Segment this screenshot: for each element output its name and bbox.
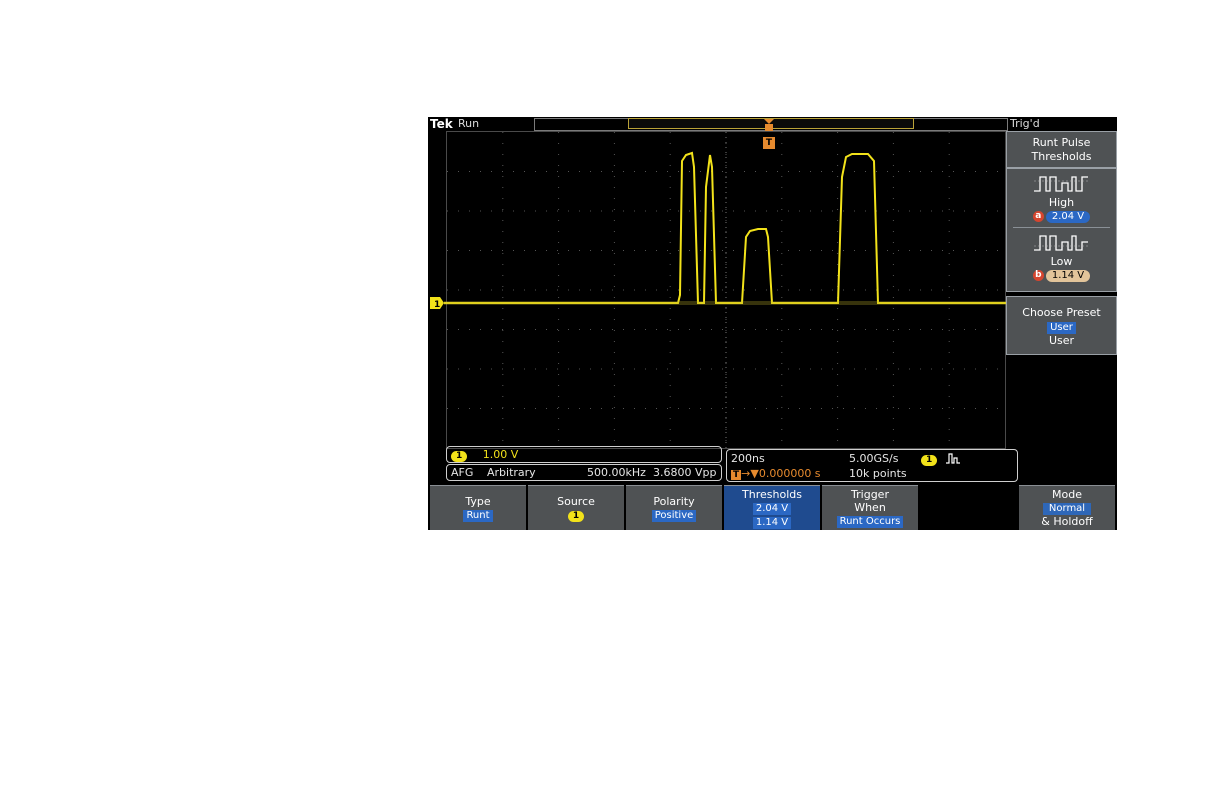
source-button[interactable]: Source 1 xyxy=(528,485,624,530)
mode-value: Normal xyxy=(1042,503,1092,515)
side-menu-title-line1: Runt Pulse xyxy=(1032,136,1091,149)
side-menu: Runt Pulse Thresholds High a 2.04 V Low b… xyxy=(1006,131,1117,355)
high-label: High xyxy=(1048,196,1075,209)
threshold-high-value: 2.04 V xyxy=(752,503,792,515)
low-threshold-value[interactable]: 1.14 V xyxy=(1045,270,1091,282)
runt-positive-high-icon xyxy=(1033,176,1090,192)
runt-positive-low-icon xyxy=(1033,235,1090,251)
low-label: Low xyxy=(1050,255,1073,268)
afg-frequency: 500.00kHz xyxy=(587,466,646,479)
thresholds-button[interactable]: High a 2.04 V Low b 1.14 V xyxy=(1006,168,1117,292)
type-label: Type xyxy=(465,495,491,508)
trigger-source-badge: 1 xyxy=(921,452,938,466)
afg-label: AFG xyxy=(451,466,474,479)
oscilloscope-screen: Tek Run Trig'd T 1 Runt Pulse Thresholds… xyxy=(428,117,1117,530)
cursor-b-icon: b xyxy=(1032,269,1044,281)
time-per-div: 200ns xyxy=(731,452,765,465)
trigger-when-button[interactable]: Trigger When Runt Occurs xyxy=(822,485,918,530)
thresholds-bottom-button[interactable]: Thresholds 2.04 V 1.14 V xyxy=(724,485,820,530)
type-value: Runt xyxy=(463,510,493,522)
preset-title: Choose Preset xyxy=(1022,306,1101,319)
pulse-trigger-icon xyxy=(946,453,960,464)
afg-wave: Arbitrary xyxy=(487,466,536,479)
mode-label: Mode xyxy=(1052,488,1082,501)
ch1-readout[interactable]: 1 1.00 V xyxy=(446,446,722,463)
high-threshold-value[interactable]: 2.04 V xyxy=(1045,211,1091,223)
timebase-readout[interactable]: 200ns 5.00GS/s 1 T →▼0.000000 s 10k point… xyxy=(726,449,1018,482)
record-length: 10k points xyxy=(849,467,907,480)
mode-holdoff-button[interactable]: Mode Normal & Holdoff xyxy=(1019,485,1115,530)
polarity-button[interactable]: Polarity Positive xyxy=(626,485,722,530)
type-button[interactable]: Type Runt xyxy=(430,485,526,530)
svg-text:1: 1 xyxy=(434,300,440,309)
preset-selected: User xyxy=(1047,322,1076,334)
channel-1-icon[interactable]: 1 xyxy=(430,297,444,309)
threshold-low-value: 1.14 V xyxy=(752,517,792,529)
polarity-value: Positive xyxy=(651,510,697,522)
trigger-label: Trigger xyxy=(851,488,889,501)
preset-value: User xyxy=(1048,334,1075,347)
afg-amplitude: 3.6800 Vpp xyxy=(653,466,717,479)
choose-preset-button[interactable]: Choose Preset User User xyxy=(1006,296,1117,355)
ch1-scale: 1.00 V xyxy=(482,448,519,461)
when-label: When xyxy=(854,501,886,514)
holdoff-label: & Holdoff xyxy=(1041,515,1093,528)
ch1-waveform xyxy=(444,151,1006,304)
side-menu-title: Runt Pulse Thresholds xyxy=(1006,131,1117,168)
grid-lines xyxy=(447,132,1005,448)
cursor-a-icon: a xyxy=(1032,210,1044,222)
trigger-delay: T →▼0.000000 s xyxy=(731,467,821,480)
source-label: Source xyxy=(557,495,595,508)
trigger-when-value: Runt Occurs xyxy=(836,516,904,528)
side-menu-title-line2: Thresholds xyxy=(1031,150,1092,163)
ch1-badge: 1 xyxy=(451,451,468,462)
polarity-label: Polarity xyxy=(653,495,695,508)
thresholds-label: Thresholds xyxy=(742,488,802,501)
sample-rate: 5.00GS/s xyxy=(849,452,899,465)
afg-readout[interactable]: AFG Arbitrary 500.00kHz 3.6800 Vpp xyxy=(446,464,722,481)
source-value: 1 xyxy=(567,511,585,522)
